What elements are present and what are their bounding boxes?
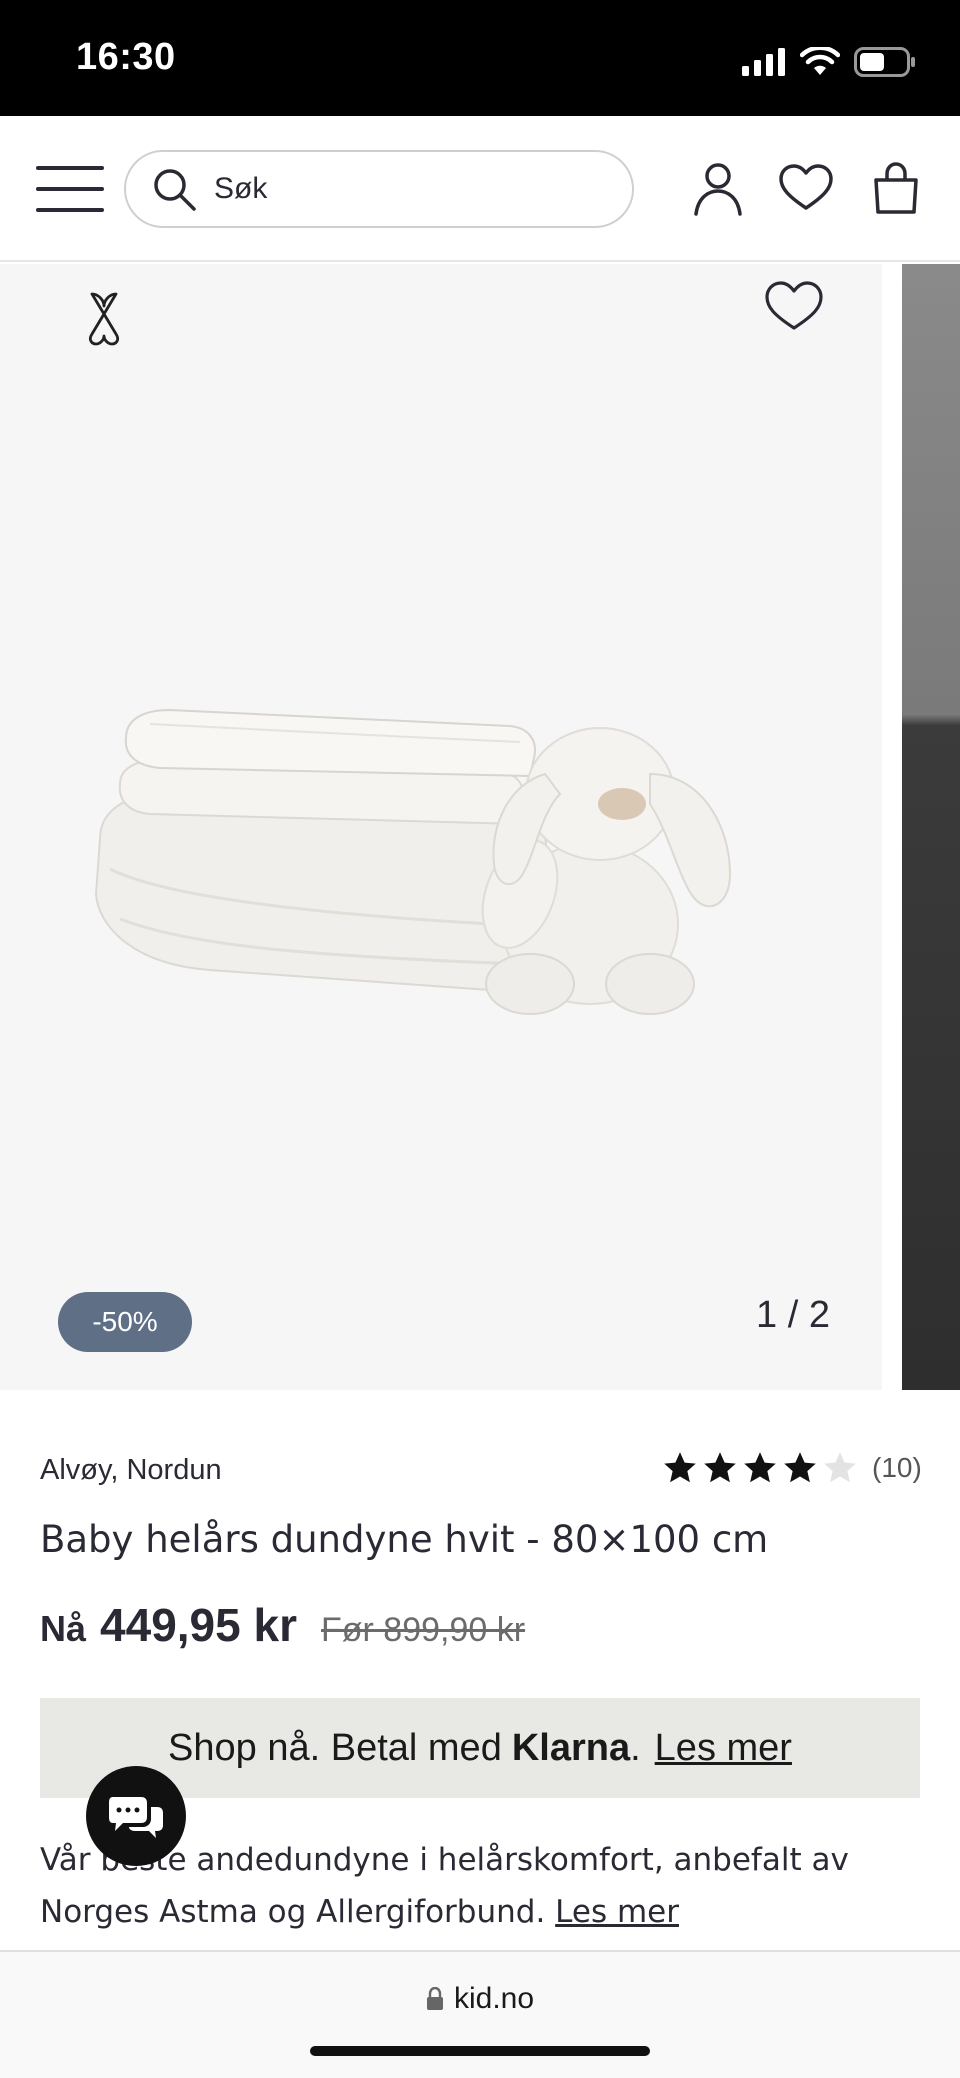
browser-address-bar[interactable]: kid.no [0,1950,960,2078]
lock-icon [426,1987,443,2010]
compare-icon[interactable] [84,290,124,346]
price-row: Nå 449,95 kr Før 899,90 kr [40,1598,525,1652]
wifi-icon [800,47,840,75]
favorite-icon[interactable] [764,280,824,332]
signal-icon [742,48,785,76]
search-input[interactable]: Søk [124,150,634,228]
home-indicator[interactable] [310,2046,650,2056]
star-icon [784,1452,816,1483]
next-image-slide[interactable] [902,264,960,1390]
status-time: 16:30 [76,36,176,78]
menu-button[interactable] [36,166,104,212]
product-image [94,708,732,1015]
url-text: kid.no [453,1982,535,2015]
product-brand[interactable]: Alvøy, Nordun [40,1454,222,1487]
image-counter: 1 / 2 [756,1294,830,1336]
price-now: 449,95 kr [100,1599,297,1651]
chat-icon [109,1797,163,1838]
price-before: Før 899,90 kr [321,1611,526,1649]
wishlist-icon[interactable] [778,160,834,216]
product-gallery[interactable]: -50% 1 / 2 [0,264,960,1390]
url-field[interactable]: kid.no [0,1982,960,2016]
star-icon [664,1452,696,1483]
account-icon[interactable] [690,160,746,216]
battery-icon [854,47,915,77]
cart-icon[interactable] [868,160,924,216]
star-icon [744,1452,776,1483]
description-read-more-link[interactable]: Les mer [555,1894,679,1930]
product-title: Baby helårs dundyne hvit - 80×100 cm [40,1518,769,1561]
klarna-read-more-link[interactable]: Les mer [655,1727,792,1770]
klarna-brand: Klarna [511,1726,631,1769]
klarna-punct: . [630,1726,641,1769]
status-bar: 16:30 [0,0,960,116]
search-icon [154,169,196,211]
rating-count: (10) [872,1452,922,1483]
status-icons [742,44,916,80]
discount-badge: -50% [58,1292,192,1352]
menu-icon [36,166,104,170]
product-rating[interactable]: (10) [662,1450,922,1486]
product-image-slide[interactable]: -50% 1 / 2 [0,264,882,1390]
klarna-text: Shop nå. Betal med [168,1726,502,1769]
star-icon [704,1452,736,1483]
site-header: Søk [0,116,960,262]
price-now-label: Nå [40,1608,87,1649]
search-placeholder: Søk [214,172,268,205]
star-empty-icon [824,1452,856,1483]
chat-button[interactable] [86,1766,186,1866]
